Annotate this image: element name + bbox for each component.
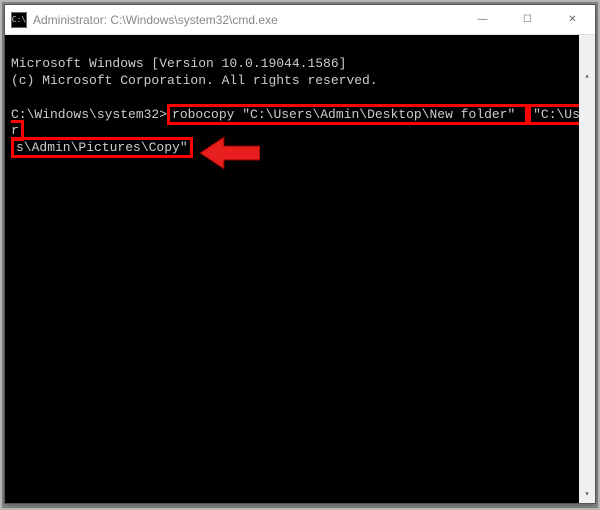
terminal-line: Microsoft Windows [Version 10.0.19044.15…: [11, 56, 346, 71]
scrollbar[interactable]: ▴ ▾: [579, 35, 595, 503]
cmd-icon: C:\: [11, 12, 27, 28]
command-highlight-2b: s\Admin\Pictures\Copy": [11, 137, 193, 158]
terminal-area[interactable]: Microsoft Windows [Version 10.0.19044.15…: [5, 35, 595, 503]
terminal-line: (c) Microsoft Corporation. All rights re…: [11, 73, 378, 88]
arrow-annotation-icon: [200, 133, 260, 173]
titlebar[interactable]: C:\ Administrator: C:\Windows\system32\c…: [5, 5, 595, 35]
command-highlight-1: robocopy "C:\Users\Admin\Desktop\New fol…: [167, 104, 528, 125]
scroll-up-button[interactable]: ▴: [579, 69, 595, 85]
window-title: Administrator: C:\Windows\system32\cmd.e…: [33, 13, 460, 27]
window-controls: — ☐ ✕: [460, 5, 595, 34]
maximize-button[interactable]: ☐: [505, 5, 550, 34]
cmd-window: C:\ Administrator: C:\Windows\system32\c…: [4, 4, 596, 504]
close-button[interactable]: ✕: [550, 5, 595, 34]
prompt: C:\Windows\system32>: [11, 107, 167, 122]
minimize-button[interactable]: —: [460, 5, 505, 34]
scroll-down-button[interactable]: ▾: [579, 487, 595, 503]
